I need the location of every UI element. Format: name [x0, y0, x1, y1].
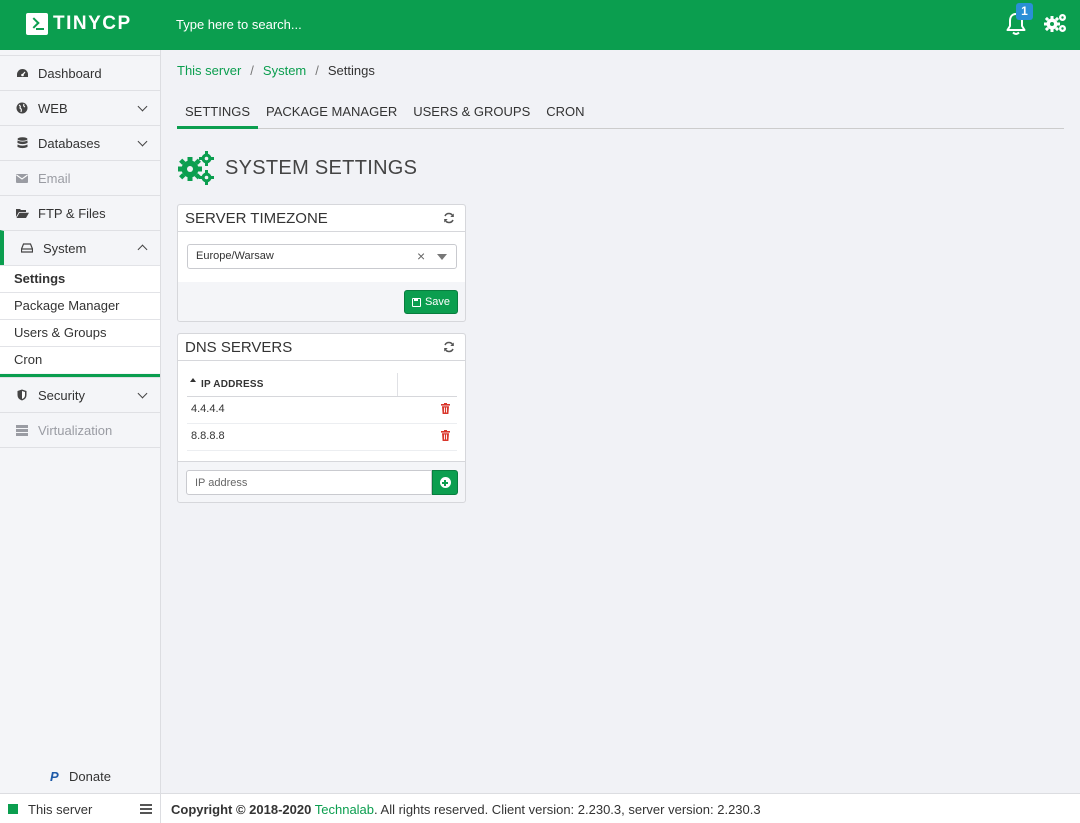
sidebar-item-security[interactable]: Security [0, 377, 160, 412]
ip-address-cell: 8.8.8.8 [191, 430, 225, 442]
sidebar-item-label: FTP & Files [38, 205, 106, 221]
sidebar-item-label: Dashboard [38, 65, 102, 81]
top-bar: TINYCP Type here to search... 1 [0, 0, 1080, 50]
sidebar-item-virtualization[interactable]: Virtualization [0, 412, 160, 448]
tab-package-manager[interactable]: PACKAGE MANAGER [258, 97, 405, 129]
dns-servers-panel: DNS SERVERS IP ADDRESS 4.4.4.4 8.8.8.8 [177, 333, 466, 503]
globe-icon [15, 101, 29, 115]
save-button[interactable]: Save [404, 290, 458, 314]
server-timezone-panel: SERVER TIMEZONE Europe/Warsaw × Save [177, 204, 466, 322]
server-icon [15, 423, 29, 437]
sidebar-item-ftp-files[interactable]: FTP & Files [0, 195, 160, 230]
panel-title: SERVER TIMEZONE [185, 210, 328, 227]
sidebar-item-label: System [43, 240, 87, 256]
chevron-up-icon [137, 244, 148, 255]
floppy-disk-icon [411, 297, 421, 307]
panel-header: DNS SERVERS [178, 334, 465, 361]
copyright-suffix: . All rights reserved. Client version: 2… [374, 802, 761, 817]
dns-table: IP ADDRESS 4.4.4.4 8.8.8.8 [178, 361, 465, 462]
panel-body: Europe/Warsaw × [178, 232, 465, 282]
breadcrumb-separator: / [315, 63, 319, 78]
copyright-text: Copyright © 2018-2020 Technalab. All rig… [171, 802, 761, 817]
tab-settings[interactable]: SETTINGS [177, 97, 259, 129]
ip-address-input[interactable] [186, 470, 432, 495]
shield-icon [15, 388, 29, 402]
clear-selection-icon[interactable]: × [417, 248, 425, 264]
column-header-ip-address: IP ADDRESS [201, 379, 264, 390]
tab-users-groups[interactable]: USERS & GROUPS [405, 97, 538, 129]
dashboard-icon [15, 66, 29, 80]
chevron-down-icon [137, 136, 148, 147]
database-icon [15, 136, 29, 150]
sidebar-subitem-settings[interactable]: Settings [0, 265, 160, 292]
panel-header: SERVER TIMEZONE [178, 205, 465, 232]
timezone-select[interactable]: Europe/Warsaw × [187, 244, 457, 269]
page-title-text: SYSTEM SETTINGS [225, 156, 418, 179]
chevron-down-icon [137, 101, 148, 112]
folder-open-icon [15, 206, 29, 220]
server-list-icon[interactable] [140, 804, 152, 814]
copyright-prefix: Copyright © 2018-2020 [171, 802, 312, 817]
plus-circle-icon [439, 477, 451, 488]
envelope-icon [15, 171, 29, 185]
company-link[interactable]: Technalab [315, 802, 374, 817]
column-divider [397, 373, 398, 396]
breadcrumb-system[interactable]: System [263, 63, 306, 78]
sidebar-item-web[interactable]: WEB [0, 90, 160, 125]
notification-badge: 1 [1016, 3, 1033, 20]
sidebar-item-databases[interactable]: Databases [0, 125, 160, 160]
refresh-icon[interactable] [443, 212, 455, 224]
footer: This server Copyright © 2018-2020 Techna… [0, 793, 1080, 823]
logo-text: TINYCP [53, 13, 132, 34]
table-row: 4.4.4.4 [187, 397, 457, 424]
tab-cron[interactable]: CRON [538, 97, 592, 129]
ip-address-cell: 4.4.4.4 [191, 403, 225, 415]
sidebar-item-dashboard[interactable]: Dashboard [0, 55, 160, 90]
tab-bar: SETTINGS PACKAGE MANAGER USERS & GROUPS … [177, 97, 1064, 129]
sidebar-subitem-package-manager[interactable]: Package Manager [0, 292, 160, 319]
donate-label: Donate [69, 769, 111, 784]
breadcrumb: This server / System / Settings [177, 63, 375, 78]
donate-link[interactable]: P Donate [50, 769, 111, 784]
trash-icon[interactable] [441, 430, 450, 441]
server-status-indicator [8, 804, 18, 814]
hdd-icon [20, 241, 34, 255]
table-header[interactable]: IP ADDRESS [187, 373, 457, 397]
sidebar-item-label: Email [38, 170, 71, 186]
breadcrumb-current: Settings [327, 63, 375, 78]
sidebar-subitem-users-groups[interactable]: Users & Groups [0, 319, 160, 346]
sidebar-item-email[interactable]: Email [0, 160, 160, 195]
breadcrumb-separator: / [250, 63, 254, 78]
app-logo[interactable]: TINYCP [26, 13, 132, 35]
server-name[interactable]: This server [28, 802, 92, 817]
search-input[interactable]: Type here to search... [176, 17, 302, 32]
sidebar-item-system[interactable]: System [0, 230, 160, 265]
panel-title: DNS SERVERS [185, 339, 293, 356]
add-ip-row [178, 462, 465, 502]
table-row: 8.8.8.8 [187, 424, 457, 451]
paypal-icon: P [50, 768, 59, 784]
page-title: SYSTEM SETTINGS [177, 151, 417, 185]
sort-ascending-icon [190, 378, 196, 382]
sidebar-item-label: Security [38, 387, 85, 403]
sidebar-item-label: WEB [38, 100, 68, 116]
dropdown-arrow-icon[interactable] [437, 254, 447, 260]
save-label: Save [424, 296, 451, 308]
trash-icon[interactable] [441, 403, 450, 414]
sidebar-subitem-cron[interactable]: Cron [0, 346, 160, 373]
add-ip-button[interactable] [432, 470, 458, 495]
sidebar: Dashboard WEB Databases Email FTP & File… [0, 50, 161, 823]
gears-icon [178, 151, 214, 185]
terminal-logo-icon [26, 13, 48, 35]
timezone-value: Europe/Warsaw [196, 250, 274, 262]
breadcrumb-this-server[interactable]: This server [177, 63, 241, 78]
footer-divider [160, 794, 161, 823]
chevron-down-icon [137, 388, 148, 399]
settings-gears-icon[interactable] [1044, 12, 1068, 34]
sidebar-item-label: Databases [38, 135, 101, 151]
sidebar-item-label: Virtualization [38, 422, 113, 438]
refresh-icon[interactable] [443, 341, 455, 353]
